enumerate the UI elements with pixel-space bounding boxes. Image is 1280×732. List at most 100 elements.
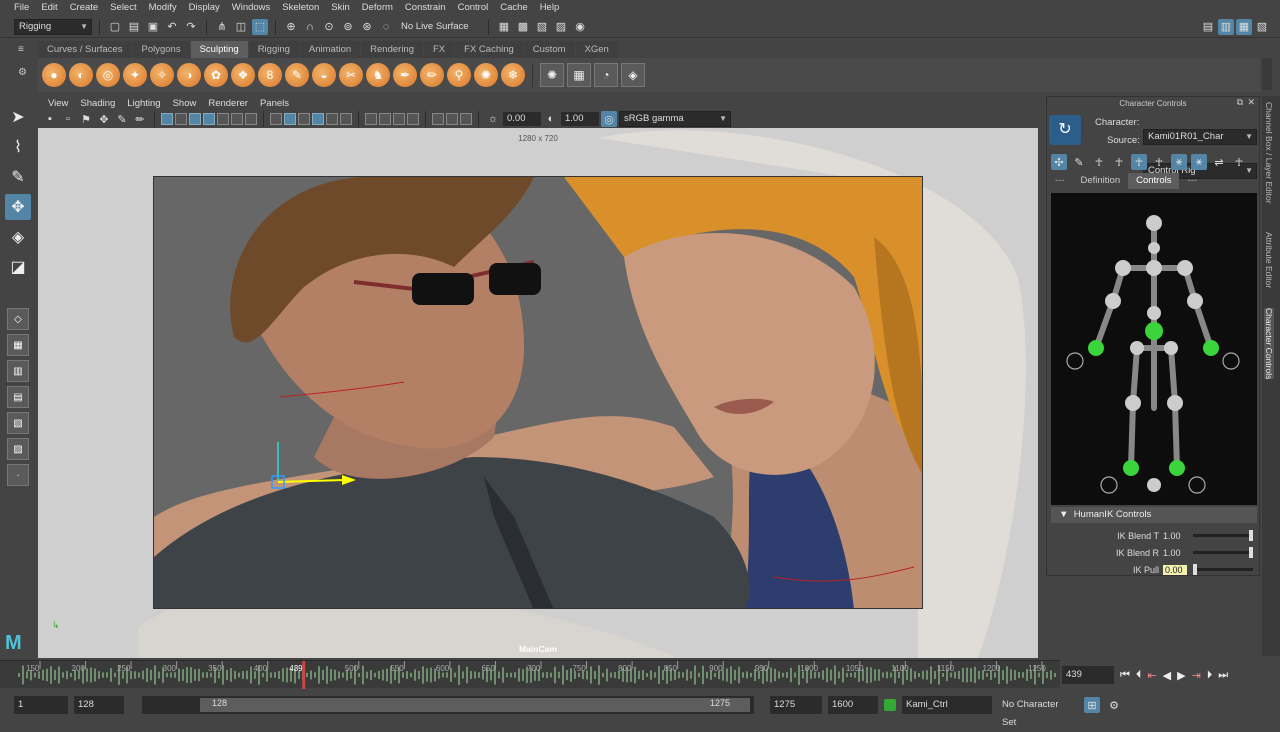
gate-mask-icon[interactable]	[203, 113, 215, 125]
menuset-dropdown[interactable]: Rigging ▼	[14, 18, 92, 35]
viewport-menu-shading[interactable]: Shading	[74, 98, 121, 109]
viewport-menu-panels[interactable]: Panels	[254, 98, 295, 109]
default-material-icon[interactable]	[298, 113, 310, 125]
knife-tool-icon[interactable]: ✒	[393, 63, 417, 87]
shelf-scrollbar[interactable]	[1262, 58, 1272, 90]
viewport-menu-view[interactable]: View	[42, 98, 74, 109]
ipr-render-icon[interactable]: ▧	[534, 19, 550, 35]
viewport-panel[interactable]: 1280 x 720 MainCam ↳	[38, 128, 1038, 658]
current-frame-field[interactable]: 439	[1062, 666, 1114, 684]
render-settings-icon[interactable]: ▨	[553, 19, 569, 35]
range-slider-handle[interactable]	[200, 698, 750, 712]
param-value[interactable]: 1.00	[1163, 531, 1187, 541]
viewport-menu-lighting[interactable]: Lighting	[121, 98, 166, 109]
menu-item-control[interactable]: Control	[452, 0, 495, 16]
color-management-icon[interactable]: ◎	[601, 111, 617, 127]
render-frame-icon[interactable]: ▩	[515, 19, 531, 35]
tab-attribute-editor[interactable]: Attribute Editor	[1264, 232, 1274, 288]
shelf-tab-sculpting[interactable]: Sculpting	[190, 41, 248, 58]
grease-pencil-icon[interactable]: ✏	[132, 111, 148, 127]
param-value[interactable]: 0.00	[1163, 564, 1187, 575]
menu-item-select[interactable]: Select	[104, 0, 142, 16]
image-plane-icon[interactable]: ✥	[96, 111, 112, 127]
grab-tool-icon[interactable]: ✦	[123, 63, 147, 87]
persp-outliner-icon[interactable]: ▧	[7, 412, 29, 434]
workspace-icon[interactable]: ▤	[1200, 19, 1216, 35]
animation-start-field[interactable]: 1	[14, 696, 68, 714]
persp-graph-icon[interactable]: ▤	[7, 386, 29, 408]
rotate-tool-icon[interactable]: ◈	[5, 224, 31, 250]
repeat-tool-icon[interactable]: 8	[258, 63, 282, 87]
camera-attributes-icon[interactable]: ▫	[60, 111, 76, 127]
shelf-tab-xgen[interactable]: XGen	[575, 41, 618, 58]
shelf-tab-fx[interactable]: FX	[424, 41, 455, 58]
menu-item-modify[interactable]: Modify	[143, 0, 183, 16]
open-scene-icon[interactable]: ▤	[126, 19, 142, 35]
stamp-tool-icon[interactable]: ◔	[594, 63, 618, 87]
playback-start-field[interactable]: 128	[74, 696, 124, 714]
channel-box-toggle-icon[interactable]: ▦	[1236, 18, 1252, 35]
sculpt-tool-icon[interactable]: ●	[42, 63, 66, 87]
animation-end-field[interactable]: 1600	[828, 696, 878, 714]
step-back-icon[interactable]: ⏴	[1136, 669, 1142, 682]
render-view-icon[interactable]: ▦	[496, 19, 512, 35]
lasso-tool-icon[interactable]: ⌇	[5, 134, 31, 160]
layout-toggle-icon[interactable]: ▥	[1218, 18, 1234, 35]
foamy-tool-icon[interactable]: ✿	[204, 63, 228, 87]
two-d-pan-icon[interactable]: ✎	[114, 111, 130, 127]
flatten-tool-icon[interactable]: ◑	[177, 63, 201, 87]
tab-definition[interactable]: Definition	[1073, 173, 1129, 189]
current-frame-marker[interactable]	[302, 661, 306, 689]
amplify-tool-icon[interactable]: ✺	[474, 63, 498, 87]
shelf-tab-animation[interactable]: Animation	[299, 41, 361, 58]
shelf-tab-rendering[interactable]: Rendering	[361, 41, 423, 58]
lights-icon[interactable]	[326, 113, 338, 125]
snap-surface-icon[interactable]: ⊛	[359, 19, 375, 35]
menu-item-display[interactable]: Display	[183, 0, 226, 16]
bulge-tool-icon[interactable]: ⚲	[447, 63, 471, 87]
menu-item-create[interactable]: Create	[64, 0, 105, 16]
four-view-icon[interactable]: ▦	[7, 334, 29, 356]
body-part-icon[interactable]: ☥	[1111, 154, 1127, 170]
character-dropdown[interactable]: Kami01R01_Char ▼	[1143, 129, 1257, 145]
grid-toggle-icon[interactable]	[161, 113, 173, 125]
scrape-tool-icon[interactable]: ✂	[339, 63, 363, 87]
full-body-icon[interactable]: ☥	[1091, 154, 1107, 170]
shelf-tab-fx-caching[interactable]: FX Caching	[455, 41, 523, 58]
shelf-menu-icon[interactable]: ≡	[18, 44, 30, 55]
shelf-tab-curves-surfaces[interactable]: Curves / Surfaces	[38, 41, 132, 58]
isolate-select-icon[interactable]	[365, 113, 377, 125]
ik-icon[interactable]: ⚹	[1171, 154, 1187, 170]
imprint-tool-icon[interactable]: ✎	[285, 63, 309, 87]
tool-settings-toggle-icon[interactable]: ▧	[1254, 19, 1270, 35]
pin-icon[interactable]: ✎	[1071, 154, 1087, 170]
convert-to-frozen-icon[interactable]: ✺	[540, 63, 564, 87]
menu-item-cache[interactable]: Cache	[494, 0, 533, 16]
screen-space-ao-icon[interactable]	[407, 113, 419, 125]
step-forward-icon[interactable]: ⏵	[1207, 669, 1213, 682]
smooth-tool-icon[interactable]: ◐	[69, 63, 93, 87]
humanik-figure-view[interactable]	[1051, 193, 1257, 505]
tab-character-controls[interactable]: Character Controls	[1264, 308, 1274, 380]
pinch-tool-icon[interactable]: ✧	[150, 63, 174, 87]
film-gate-icon[interactable]	[175, 113, 187, 125]
view-transform-dropdown[interactable]: sRGB gamma ▼	[619, 111, 731, 127]
mirror-icon[interactable]: ⇌	[1211, 154, 1227, 170]
menu-item-help[interactable]: Help	[534, 0, 566, 16]
single-view-icon[interactable]: ◇	[7, 308, 29, 330]
freeze-tool-icon[interactable]: ❄	[501, 63, 525, 87]
slider-handle[interactable]	[1193, 564, 1197, 575]
shelf-tab-rigging[interactable]: Rigging	[248, 41, 299, 58]
menu-item-file[interactable]: File	[8, 0, 35, 16]
fill-tool-icon[interactable]: ♞	[366, 63, 390, 87]
auto-key-icon[interactable]: ⊞	[1084, 697, 1100, 713]
shadows-icon[interactable]	[340, 113, 352, 125]
redo-icon[interactable]: ↷	[183, 19, 199, 35]
snap-grid-icon[interactable]: ⊕	[283, 19, 299, 35]
outliner-persp-icon[interactable]: ▨	[7, 438, 29, 460]
tab-controls[interactable]: Controls	[1128, 173, 1180, 189]
go-to-end-icon[interactable]: ⏭	[1218, 669, 1228, 682]
field-chart-icon[interactable]	[217, 113, 229, 125]
slider-handle[interactable]	[1249, 547, 1253, 558]
character-set-label[interactable]: No Character Set	[998, 696, 1078, 728]
